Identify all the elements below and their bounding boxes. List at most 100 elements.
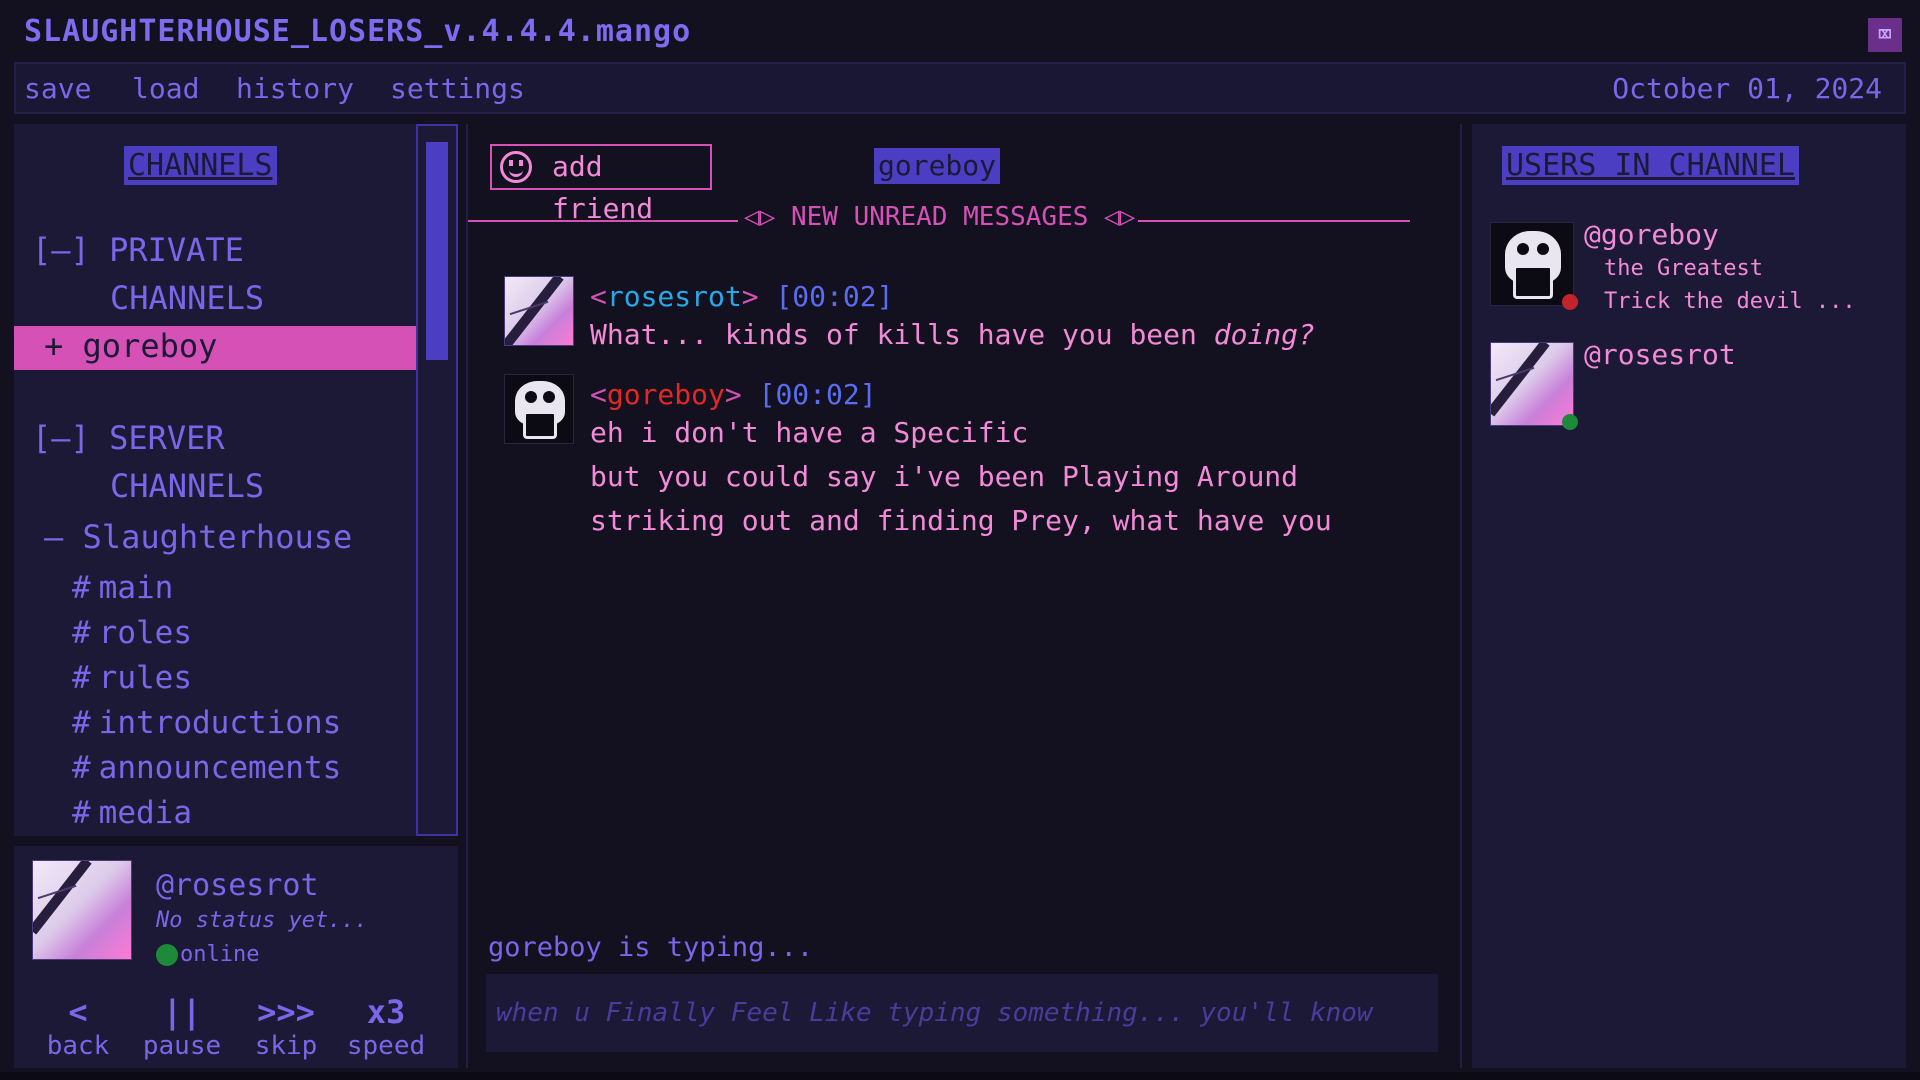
- skull-eye: [543, 391, 555, 403]
- message-avatar-goreboy[interactable]: [504, 374, 574, 444]
- private-channel-label: + goreboy: [44, 327, 218, 365]
- users-panel-title: USERS IN CHANNEL: [1502, 146, 1799, 185]
- server-channels-toggle[interactable]: [–] SERVER CHANNELS: [32, 414, 264, 510]
- user-bio-line: the Greatest: [1604, 256, 1763, 281]
- back-icon: <: [68, 993, 88, 1031]
- channel-roles[interactable]: # roles: [72, 615, 192, 651]
- chat-recipient-tag: goreboy: [874, 148, 1001, 184]
- sidebar-scrollbar[interactable]: [416, 124, 458, 836]
- message-avatar-rosesrot[interactable]: [504, 276, 574, 346]
- skip-button[interactable]: >>> skip: [236, 994, 336, 1062]
- message-username[interactable]: rosesrot: [607, 280, 742, 313]
- pause-button[interactable]: || pause: [132, 994, 232, 1062]
- user-avatar[interactable]: [32, 860, 132, 960]
- message-text-line: striking out and finding Prey, what have…: [590, 504, 1332, 537]
- users-panel: USERS IN CHANNEL @goreboy the Greatest T…: [1472, 124, 1906, 1068]
- bottom-border: [0, 1072, 1920, 1080]
- skull-mouth: [1513, 265, 1553, 299]
- unread-divider-label: ◁▷ NEW UNREAD MESSAGES ◁▷: [744, 202, 1136, 232]
- private-channels-head-1: [–] PRIVATE: [32, 231, 244, 269]
- app-title: SLAUGHTERHOUSE_LOSERS_v.4.4.4.mango: [24, 14, 692, 49]
- user-name-rosesrot[interactable]: @rosesrot: [1584, 338, 1736, 371]
- skip-icon: >>>: [257, 993, 315, 1031]
- speed-icon: x3: [366, 993, 406, 1031]
- divider-line-right: [1138, 220, 1410, 222]
- user-bio-line: Trick the devil ...: [1604, 289, 1856, 314]
- pause-label: pause: [142, 1031, 222, 1061]
- pause-icon: ||: [162, 993, 202, 1031]
- user-avatar-goreboy[interactable]: [1490, 222, 1574, 306]
- online-status-icon: [1562, 414, 1578, 430]
- message-text: What... kinds of kills have you been doi…: [590, 318, 1315, 351]
- message-text-plain: What... kinds of kills have you been: [590, 318, 1214, 351]
- smiley-icon: [500, 151, 532, 183]
- hash-icon: #: [72, 795, 91, 831]
- back-button[interactable]: < back: [28, 994, 128, 1062]
- menu-load[interactable]: load: [132, 72, 199, 105]
- add-friend-label: add friend: [552, 150, 654, 225]
- message-username[interactable]: goreboy: [607, 378, 725, 411]
- hash-icon: #: [72, 615, 91, 651]
- online-status-icon: [156, 944, 178, 966]
- private-channels-toggle[interactable]: [–] PRIVATE CHANNELS: [32, 226, 264, 322]
- bracket-open: <: [590, 280, 607, 313]
- message-input[interactable]: [486, 974, 1438, 1052]
- current-user-status: No status yet...: [156, 908, 368, 933]
- speed-label: speed: [346, 1031, 426, 1061]
- hash-icon: #: [72, 750, 91, 786]
- message-timestamp: [00:02]: [758, 378, 877, 411]
- chat-pane: add friend goreboy ◁▷ NEW UNREAD MESSAGE…: [466, 124, 1462, 1068]
- message-header: <rosesrot> [00:02]: [590, 280, 893, 313]
- title-bar: SLAUGHTERHOUSE_LOSERS_v.4.4.4.mango ⌧: [0, 0, 1920, 62]
- channel-announcements[interactable]: # announcements: [72, 750, 341, 786]
- skull-eye: [1537, 243, 1549, 255]
- add-friend-button[interactable]: add friend: [490, 144, 712, 225]
- scrollbar-thumb[interactable]: [426, 142, 448, 360]
- user-avatar-rosesrot[interactable]: [1490, 342, 1574, 426]
- private-channel-goreboy[interactable]: + goreboy: [14, 326, 416, 370]
- current-user-card: @rosesrot No status yet... online < back…: [14, 846, 458, 1068]
- channel-label: announcements: [98, 750, 342, 786]
- server-name[interactable]: – Slaughterhouse: [44, 518, 352, 556]
- date-display: October 01, 2024: [1612, 72, 1882, 105]
- message-text-line: but you could say i've been Playing Arou…: [590, 460, 1299, 493]
- menu-settings[interactable]: settings: [390, 72, 525, 105]
- channel-label: introductions: [98, 705, 342, 741]
- sidebar-title: CHANNELS: [124, 146, 277, 185]
- message-header: <goreboy> [00:02]: [590, 378, 877, 411]
- server-channels-head-1: [–] SERVER: [32, 419, 225, 457]
- menu-history[interactable]: history: [236, 72, 354, 105]
- skull-eye: [525, 391, 537, 403]
- message-text-emphasis: doing?: [1213, 318, 1315, 351]
- channel-introductions[interactable]: # introductions: [72, 705, 341, 741]
- skull-mouth: [523, 411, 557, 439]
- channel-label: main: [98, 570, 174, 606]
- typing-indicator: goreboy is typing...: [488, 932, 814, 963]
- channel-media[interactable]: # media: [72, 795, 192, 831]
- private-channels-head-2: CHANNELS: [110, 279, 265, 317]
- channel-rules[interactable]: # rules: [72, 660, 192, 696]
- divider-line-left: [468, 220, 738, 222]
- message-input-box[interactable]: [486, 974, 1438, 1052]
- menu-bar: save load history settings October 01, 2…: [14, 62, 1906, 114]
- hash-icon: #: [72, 705, 91, 741]
- channel-label: rules: [98, 660, 192, 696]
- message-text-line: eh i don't have a Specific: [590, 416, 1029, 449]
- bracket-open: <: [590, 378, 607, 411]
- skip-label: skip: [254, 1031, 318, 1061]
- presence-label: online: [180, 942, 260, 967]
- speed-button[interactable]: x3 speed: [336, 994, 436, 1062]
- channel-label: roles: [98, 615, 192, 651]
- hash-icon: #: [72, 570, 91, 606]
- menu-save[interactable]: save: [24, 72, 91, 105]
- hash-icon: #: [72, 660, 91, 696]
- bracket-close: >: [741, 280, 759, 313]
- user-name-goreboy[interactable]: @goreboy: [1584, 218, 1719, 251]
- skull-eye: [1517, 243, 1529, 255]
- current-user-name: @rosesrot: [156, 868, 319, 903]
- bracket-close: >: [724, 378, 742, 411]
- channel-sidebar: CHANNELS [–] PRIVATE CHANNELS + goreboy …: [14, 124, 416, 836]
- busy-status-icon: [1562, 294, 1578, 310]
- close-icon[interactable]: ⌧: [1868, 18, 1902, 52]
- channel-main[interactable]: # main: [72, 570, 173, 606]
